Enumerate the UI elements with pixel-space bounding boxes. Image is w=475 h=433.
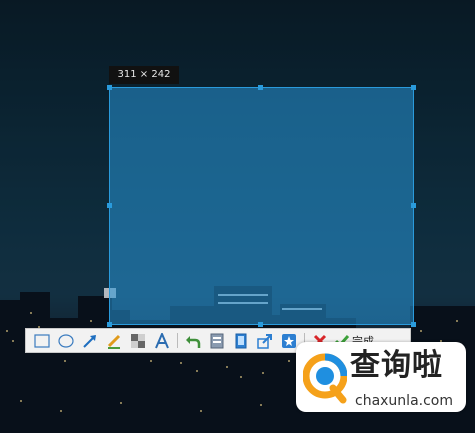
text-icon	[155, 332, 169, 348]
resize-handle-bottom[interactable]	[258, 322, 263, 327]
undo-icon	[186, 335, 201, 348]
save-button[interactable]	[205, 329, 229, 352]
resize-handle-bottom-right[interactable]	[411, 322, 416, 327]
resize-handle-top[interactable]	[258, 85, 263, 90]
rectangle-tool-button[interactable]	[30, 329, 54, 352]
share-button[interactable]	[253, 329, 277, 352]
text-tool-button[interactable]	[150, 329, 174, 352]
selection-size-label: 311 × 242	[109, 66, 179, 84]
share-icon	[257, 333, 272, 349]
arrow-icon	[83, 334, 96, 348]
pin-icon	[282, 333, 296, 348]
capture-selection-region[interactable]	[107, 85, 416, 327]
toolbar-divider	[177, 333, 178, 348]
watermark-url: chaxunla.com	[355, 393, 453, 409]
mosaic-icon	[131, 333, 145, 348]
resize-handle-bottom-left[interactable]	[107, 322, 112, 327]
copy-button[interactable]	[229, 329, 253, 352]
copy-icon	[235, 333, 247, 348]
ellipse-tool-button[interactable]	[54, 329, 78, 352]
rectangle-icon	[34, 333, 50, 348]
watermark-title: 查询啦	[350, 348, 443, 383]
ellipse-icon	[58, 333, 74, 348]
pencil-icon	[107, 334, 121, 349]
pencil-tool-button[interactable]	[102, 329, 126, 352]
resize-handle-left[interactable]	[107, 203, 112, 208]
watermark-logo-icon	[303, 353, 347, 404]
resize-handle-top-left[interactable]	[107, 85, 112, 90]
arrow-tool-button[interactable]	[78, 329, 102, 352]
resize-handle-right[interactable]	[411, 203, 416, 208]
resize-handle-top-right[interactable]	[411, 85, 416, 90]
mosaic-tool-button[interactable]	[126, 329, 150, 352]
save-icon	[210, 333, 224, 348]
undo-button[interactable]	[181, 329, 205, 352]
